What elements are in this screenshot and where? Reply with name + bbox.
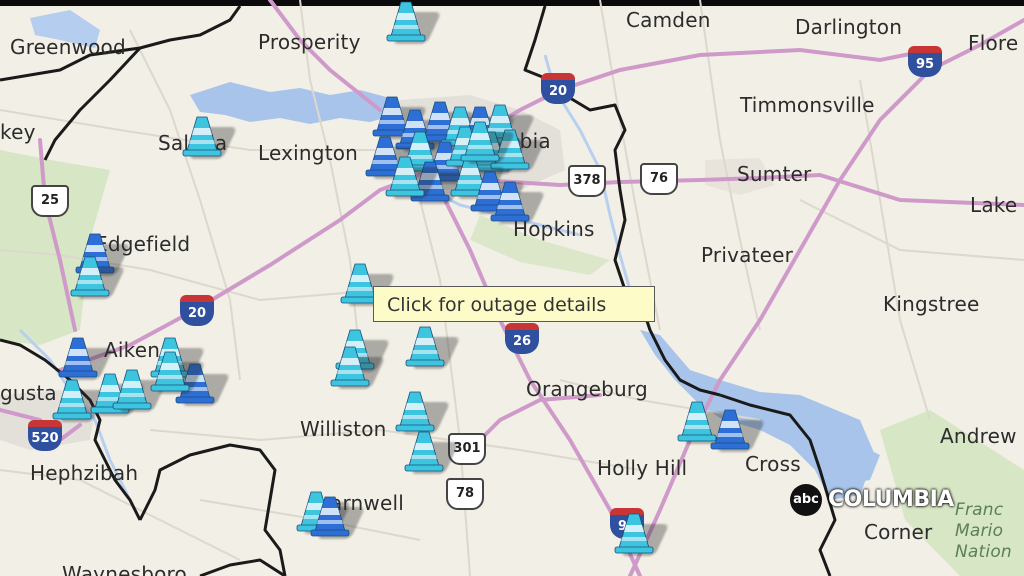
place-label-holly-hill: Holly Hill [597,456,688,480]
park-label-line: Mario [955,521,1004,541]
place-label-hephzibah: Hephzibah [30,461,139,485]
outage-cone-icon[interactable] [614,512,670,556]
place-label-augusta: gusta [0,381,57,405]
place-label-cross: Cross [745,452,801,476]
outage-cone-icon[interactable] [70,255,126,299]
place-label-privateer: Privateer [701,243,794,267]
outage-cone-icon[interactable] [310,495,366,539]
us-route-shield: 78 [446,478,484,510]
park-label-francis-marion: Franc Mario Nation [955,500,1012,563]
place-label-sumter: Sumter [737,162,812,186]
place-label-kingstree: Kingstree [883,292,980,316]
outage-cone-icon[interactable] [405,325,461,369]
interstate-shield: 520 [28,420,62,452]
place-label-waynesboro: Waynesboro [62,562,187,576]
place-label-lexington: Lexington [258,141,359,165]
us-route-shield: 25 [31,185,69,217]
outage-cone-icon[interactable] [386,0,442,44]
outage-cone-icon[interactable] [52,378,108,422]
border-west [43,46,142,161]
place-label-timmonsville: Timmonsville [740,93,875,117]
outage-cone-icon[interactable] [182,115,238,159]
outage-cone-icon[interactable] [330,345,386,389]
place-label-florence: Flore [968,31,1019,55]
outage-cone-icon[interactable] [460,120,516,164]
abc-logo-icon: abc [790,484,822,516]
place-label-orangeburg: Orangeburg [526,377,648,401]
place-label-key: key [0,120,36,144]
place-label-corner: Corner [864,520,933,544]
place-label-camden: Camden [626,8,711,32]
outage-tooltip: Click for outage details [373,286,655,322]
outage-cone-icon[interactable] [150,350,206,394]
us-route-shield: 76 [640,163,678,195]
interstate-shield: 26 [505,323,539,355]
park-label-line: Nation [955,542,1012,562]
outage-cone-icon[interactable] [385,155,441,199]
outage-cone-icon[interactable] [395,390,451,434]
place-label-greenwood: Greenwood [10,35,126,59]
road-us301 [468,393,602,452]
place-label-lake: Lake [970,193,1018,217]
outage-cone-icon[interactable] [112,368,168,412]
interstate-shield: 20 [541,73,575,105]
park-label-line: Franc [955,500,1004,520]
us-route-shield: 378 [568,165,606,197]
border-southwest [199,558,286,576]
interstate-shield: 20 [180,295,214,327]
interstate-shield: 95 [908,46,942,78]
station-name: COLUMBIA [828,487,954,512]
outage-cone-icon[interactable] [710,408,766,452]
outage-cone-icon[interactable] [404,430,460,474]
border-central [523,5,721,397]
place-label-andrews: Andrew [940,424,1017,448]
place-label-williston: Williston [300,417,387,441]
place-label-darlington: Darlington [795,15,903,39]
outage-map[interactable]: Greenwood Prosperity Camden Darlington F… [0,0,1024,576]
place-label-prosperity: Prosperity [258,30,361,54]
outage-cone-icon[interactable] [490,180,546,224]
